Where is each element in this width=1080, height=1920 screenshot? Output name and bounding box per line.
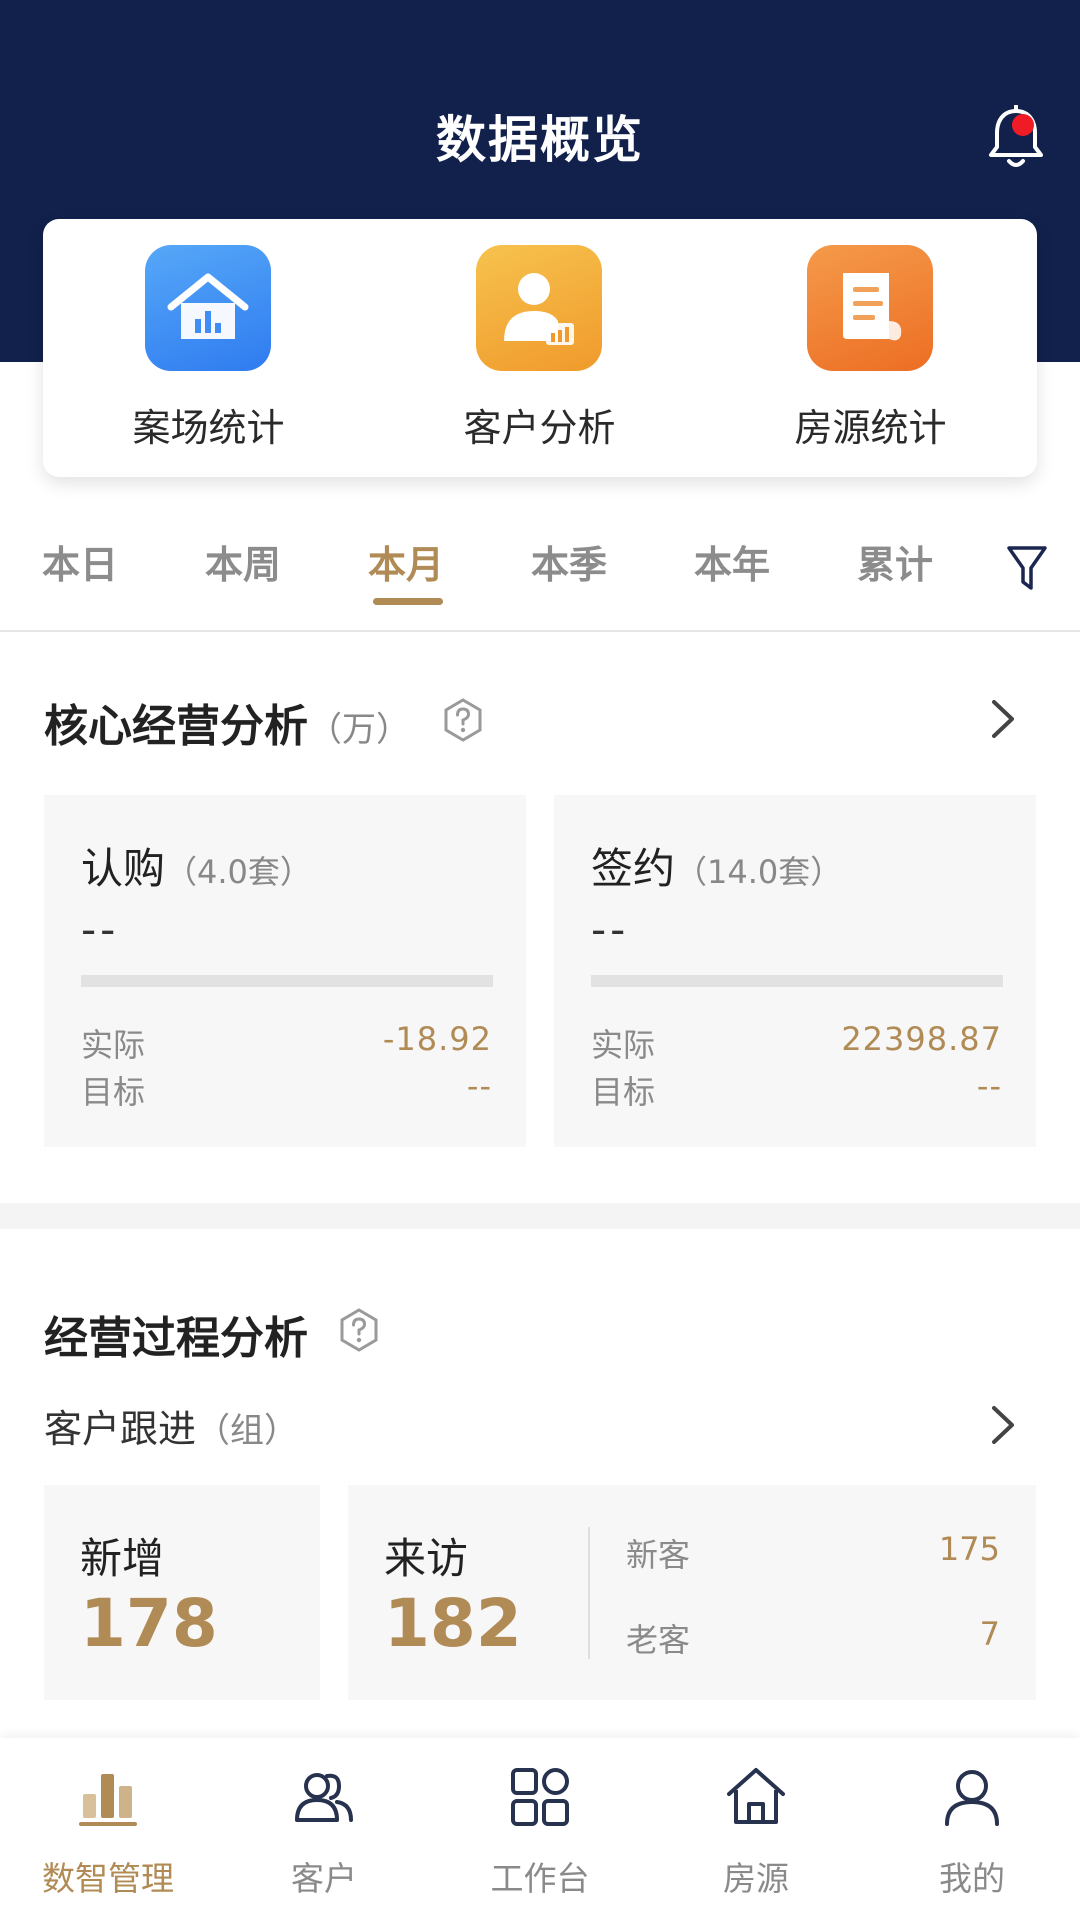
customer-follow-chevron-icon[interactable] (988, 1402, 1018, 1448)
nav-label: 工作台 (490, 1859, 590, 1898)
active-tab-indicator (373, 598, 443, 605)
customer-follow-unit: （组） (196, 1411, 299, 1451)
target-value: -- (976, 1067, 1002, 1105)
card-title: 签约（14.0套） (591, 844, 843, 893)
tab-cumulative[interactable]: 累计 (857, 534, 933, 589)
person-chart-icon (476, 245, 602, 371)
document-icon (807, 245, 933, 371)
core-analysis-chevron-icon[interactable] (988, 696, 1018, 742)
stat-divider (588, 1527, 590, 1659)
quick-item-customer-analysis[interactable]: 客户分析 (374, 219, 705, 477)
period-tabs: 本日 本周 本月 本季 本年 累计 (0, 520, 1080, 630)
actual-value: 22398.87 (841, 1020, 1002, 1058)
new-visitor-value: 175 (938, 1530, 1000, 1568)
customer-follow-label: 客户跟进（组） (44, 1407, 299, 1451)
section-separator (0, 1203, 1080, 1229)
nav-item-data-management[interactable]: 数智管理 (0, 1738, 216, 1920)
target-label: 目标 (591, 1073, 656, 1111)
page-title: 数据概览 (436, 111, 644, 169)
nav-label: 客户 (291, 1859, 357, 1898)
subscription-card[interactable]: 认购（4.0套） -- 实际 -18.92 目标 -- (44, 795, 526, 1147)
card-main-value: -- (591, 905, 630, 954)
actual-label: 实际 (591, 1026, 656, 1064)
grid-icon (511, 1768, 569, 1826)
actual-value: -18.92 (382, 1020, 492, 1058)
tab-year[interactable]: 本年 (694, 534, 770, 589)
users-icon (295, 1773, 353, 1822)
card-title: 认购（4.0套） (81, 844, 312, 893)
quick-label: 客户分析 (463, 406, 616, 450)
visits-card[interactable]: 来访 182 新客 175 老客 7 (348, 1485, 1036, 1700)
nav-label: 我的 (939, 1859, 1005, 1898)
home-icon (727, 1768, 785, 1824)
card-count: （14.0套） (675, 853, 843, 891)
returning-visitor-value: 7 (979, 1615, 1000, 1653)
house-chart-icon (145, 245, 271, 371)
quick-item-housing-stats[interactable]: 房源统计 (705, 219, 1036, 477)
card-main-value: -- (81, 905, 120, 954)
quick-entry-card: 案场统计 客户分析 房源统计 (43, 219, 1037, 477)
actual-label: 实际 (81, 1026, 146, 1064)
nav-item-housing[interactable]: 房源 (648, 1738, 864, 1920)
contract-card[interactable]: 签约（14.0套） -- 实际 22398.87 目标 -- (554, 795, 1036, 1147)
nav-item-workbench[interactable]: 工作台 (432, 1738, 648, 1920)
process-analysis-title: 经营过程分析 (44, 1313, 308, 1364)
quick-item-site-stats[interactable]: 案场统计 (43, 219, 374, 477)
quick-label: 案场统计 (132, 406, 285, 450)
bar-chart-icon (79, 1774, 137, 1826)
nav-item-customers[interactable]: 客户 (216, 1738, 432, 1920)
nav-label: 数智管理 (42, 1859, 174, 1898)
filter-icon[interactable] (1005, 542, 1049, 594)
new-visitor-label: 新客 (626, 1536, 691, 1574)
tabs-divider (0, 630, 1080, 632)
quick-label: 房源统计 (794, 406, 947, 450)
nav-item-profile[interactable]: 我的 (864, 1738, 1080, 1920)
nav-label: 房源 (723, 1859, 789, 1898)
new-customers-card[interactable]: 新增 178 (44, 1485, 320, 1700)
notification-badge (1012, 114, 1034, 136)
stat-value: 178 (80, 1585, 218, 1662)
bottom-navigation: 数智管理 客户 工作台 房源 我的 (0, 1738, 1080, 1920)
help-icon[interactable] (338, 1307, 380, 1353)
target-label: 目标 (81, 1073, 146, 1111)
card-count: （4.0套） (165, 853, 312, 891)
progress-bar (591, 975, 1003, 987)
progress-bar (81, 975, 493, 987)
core-analysis-unit: （万） (308, 710, 410, 750)
returning-visitor-label: 老客 (626, 1621, 691, 1659)
stat-label: 来访 (384, 1534, 469, 1583)
core-analysis-title: 核心经营分析（万） (44, 701, 410, 752)
help-icon[interactable] (442, 697, 484, 743)
stat-value: 182 (384, 1585, 522, 1662)
profile-icon (945, 1770, 999, 1826)
tab-quarter[interactable]: 本季 (531, 534, 607, 589)
tab-month[interactable]: 本月 (368, 534, 444, 589)
stat-label: 新增 (80, 1534, 165, 1583)
tab-week[interactable]: 本周 (205, 534, 281, 589)
tab-day[interactable]: 本日 (42, 534, 118, 589)
target-value: -- (466, 1067, 492, 1105)
